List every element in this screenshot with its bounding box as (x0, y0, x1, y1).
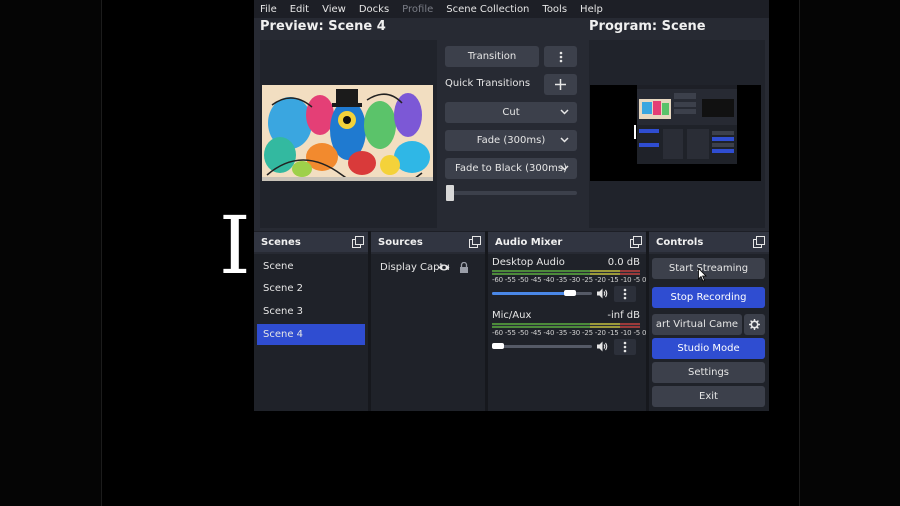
sources-dock-header: Sources (371, 232, 485, 252)
scene-item[interactable]: Scene 2 (257, 278, 365, 299)
gear-icon (749, 319, 760, 330)
quick-transition-cut-label: Cut (502, 107, 520, 118)
scene-item-label: Scene 2 (263, 283, 304, 294)
eye-icon[interactable] (438, 263, 450, 272)
plus-icon (555, 79, 566, 90)
undock-icon[interactable] (352, 236, 364, 248)
menu-edit[interactable]: Edit (290, 4, 309, 15)
quick-transition-fade[interactable]: Fade (300ms) (445, 130, 577, 151)
mic-aux-volume-slider[interactable] (492, 343, 504, 349)
start-streaming-button[interactable]: Start Streaming (652, 258, 765, 279)
desktop-audio-name: Desktop Audio (492, 257, 565, 268)
desktop-audio-db: 0.0 dB (607, 257, 640, 268)
undock-icon[interactable] (469, 236, 481, 248)
transition-more-button[interactable] (544, 46, 577, 67)
preview-title: Preview: Scene 4 (260, 19, 386, 34)
scene-item[interactable]: Scene (257, 256, 365, 277)
studio-mode-button[interactable]: Studio Mode (652, 338, 765, 359)
menu-help[interactable]: Help (580, 4, 603, 15)
exit-button[interactable]: Exit (652, 386, 765, 407)
audio-mixer-body: Desktop Audio 0.0 dB -60 -55 -50 -45 -40… (488, 254, 647, 411)
transition-label: Transition (467, 51, 517, 62)
audio-mixer-dock-header: Audio Mixer (488, 232, 646, 252)
scene-item-selected[interactable]: Scene 4 (257, 324, 365, 345)
desktop-audio-volume-fill (492, 292, 570, 295)
right-black-area (799, 0, 900, 506)
mic-aux-name: Mic/Aux (492, 310, 532, 321)
quick-transitions-label: Quick Transitions (445, 78, 531, 89)
scenes-list: Scene Scene 2 Scene 3 Scene 4 (254, 254, 368, 411)
scene-item-label: Scene 3 (263, 306, 304, 317)
text-cursor-icon: I (219, 199, 251, 292)
menu-profile[interactable]: Profile (402, 4, 433, 15)
speaker-icon[interactable] (597, 341, 609, 352)
lock-icon[interactable] (459, 262, 469, 273)
kebab-menu-icon[interactable] (614, 339, 636, 355)
undock-icon[interactable] (753, 236, 765, 248)
desktop-audio-meter-scale: -60 -55 -50 -45 -40 -35 -30 -25 -20 -15 … (492, 276, 647, 284)
transition-button[interactable]: Transition (445, 46, 539, 67)
undock-icon[interactable] (630, 236, 642, 248)
program-thumbnail (590, 85, 761, 181)
chevron-down-icon (560, 109, 569, 115)
scenes-dock: Scenes Scene Scene 2 Scene 3 Scene 4 (254, 231, 368, 411)
left-black-area (0, 0, 102, 506)
menu-file[interactable]: File (260, 4, 277, 15)
mouse-pointer-icon (698, 268, 707, 282)
menubar: File Edit View Docks Profile Scene Colle… (254, 0, 769, 18)
desktop-audio-volume-slider[interactable] (564, 290, 576, 296)
sources-dock-title: Sources (378, 236, 423, 248)
obs-window: File Edit View Docks Profile Scene Colle… (254, 0, 769, 411)
kebab-menu-icon (559, 51, 562, 62)
sources-list: Display Captu (371, 254, 485, 411)
stop-recording-button[interactable]: Stop Recording (652, 287, 765, 308)
mic-aux-db: -inf dB (607, 310, 640, 321)
virtual-camera-button[interactable]: art Virtual Came (652, 314, 742, 335)
audio-mixer-dock-title: Audio Mixer (495, 236, 563, 248)
controls-body: Start Streaming Stop Recording art Virtu… (649, 254, 769, 411)
transition-slider-track[interactable] (447, 191, 577, 195)
chevron-down-icon (560, 165, 569, 171)
program-title: Program: Scene (589, 19, 706, 34)
quick-transition-fade-to-black-label: Fade to Black (300ms) (455, 163, 567, 174)
speaker-icon[interactable] (597, 288, 609, 299)
quick-transition-fade-to-black[interactable]: Fade to Black (300ms) (445, 158, 577, 179)
mic-aux-meter-scale: -60 -55 -50 -45 -40 -35 -30 -25 -20 -15 … (492, 329, 647, 337)
desktop-audio-meter (492, 270, 640, 275)
chevron-down-icon (560, 137, 569, 143)
menu-tools[interactable]: Tools (542, 4, 567, 15)
sources-dock: Sources Display Captu (371, 231, 485, 411)
scene-item-label: Scene (263, 261, 294, 272)
menu-view[interactable]: View (322, 4, 346, 15)
controls-dock-header: Controls (649, 232, 769, 252)
preview-canvas[interactable] (260, 40, 437, 228)
add-quick-transition-button[interactable] (544, 74, 577, 95)
menu-docks[interactable]: Docks (359, 4, 389, 15)
mic-aux-meter (492, 323, 640, 328)
scenes-dock-header: Scenes (254, 232, 368, 252)
menu-scene-collection[interactable]: Scene Collection (446, 4, 529, 15)
quick-transition-cut[interactable]: Cut (445, 102, 577, 123)
settings-button[interactable]: Settings (652, 362, 765, 383)
scene-item-label: Scene 4 (263, 329, 304, 340)
transition-slider-handle[interactable] (446, 185, 454, 201)
controls-dock: Controls Start Streaming Stop Recording … (649, 231, 769, 411)
kebab-menu-icon[interactable] (614, 286, 636, 302)
mic-aux-volume-track[interactable] (492, 345, 592, 348)
quick-transition-fade-label: Fade (300ms) (476, 135, 546, 146)
preview-painting (262, 85, 433, 181)
controls-dock-title: Controls (656, 236, 704, 248)
virtual-camera-settings-button[interactable] (744, 314, 765, 335)
source-item[interactable]: Display Captu (374, 257, 482, 277)
audio-mixer-dock: Audio Mixer Desktop Audio 0.0 dB -60 -55… (488, 231, 647, 411)
program-canvas[interactable] (589, 40, 765, 228)
scenes-dock-title: Scenes (261, 236, 301, 248)
scene-item[interactable]: Scene 3 (257, 301, 365, 322)
